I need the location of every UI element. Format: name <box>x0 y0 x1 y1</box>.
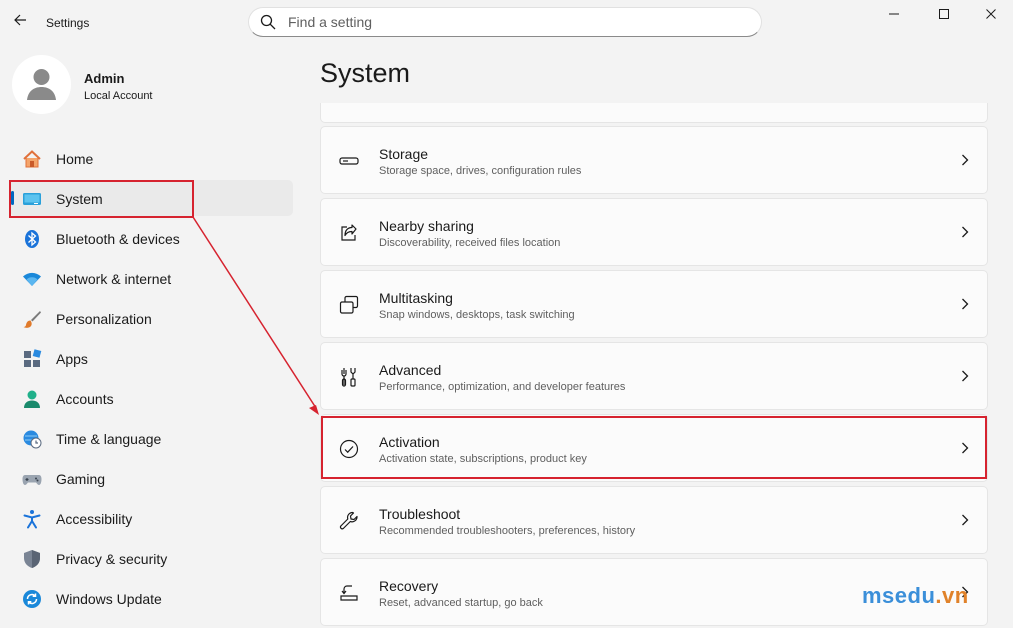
watermark-part-2: .vn <box>935 583 969 608</box>
watermark-part-1: msedu <box>862 583 936 608</box>
watermark-logo: msedu.vn <box>862 583 969 609</box>
annotation-arrow <box>192 216 319 415</box>
